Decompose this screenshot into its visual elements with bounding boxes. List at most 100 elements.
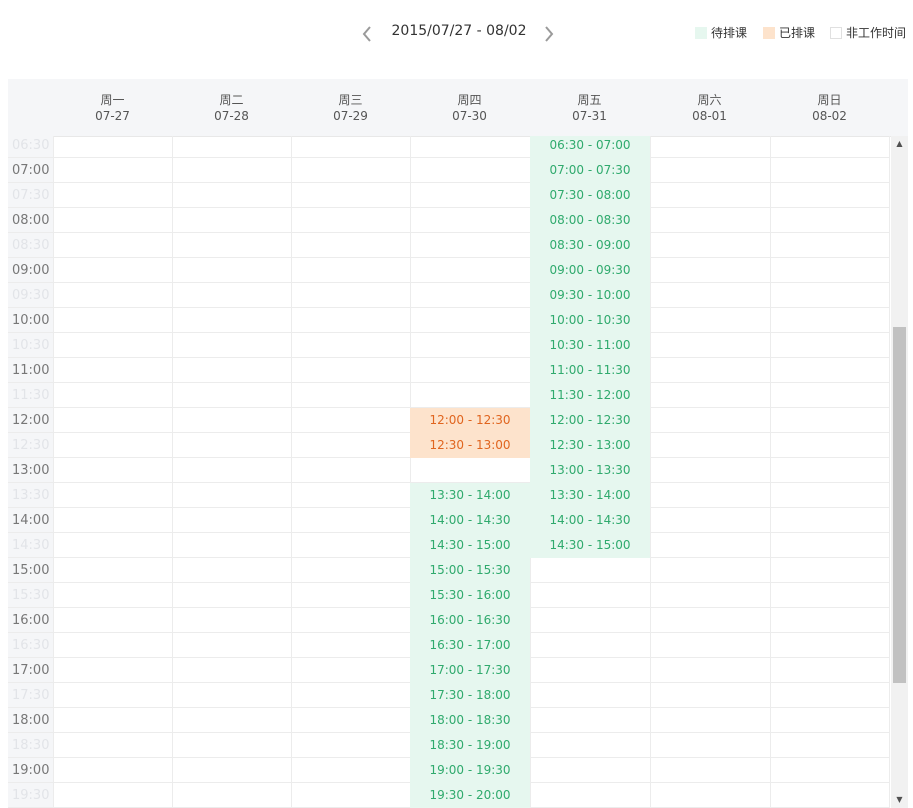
scroll-thumb[interactable] — [893, 327, 906, 683]
time-label: 08:30 — [12, 238, 50, 253]
row-divider — [8, 357, 890, 358]
day-weekday: 周四 — [457, 93, 482, 107]
pending-slot[interactable]: 13:00 - 13:30 — [530, 458, 650, 483]
pending-slot[interactable]: 10:30 - 11:00 — [530, 333, 650, 358]
pending-slot[interactable]: 07:00 - 07:30 — [530, 158, 650, 183]
pending-slot[interactable]: 17:00 - 17:30 — [410, 658, 530, 683]
time-label: 13:30 — [12, 488, 50, 503]
time-label: 10:30 — [12, 338, 50, 353]
day-header-sun: 周日 08-02 — [770, 79, 889, 136]
day-header-fri: 周五 07-31 — [530, 79, 649, 136]
date-range-label: 2015/07/27 - 08/02 — [391, 23, 527, 39]
time-label: 11:30 — [12, 388, 50, 403]
day-date: 08-01 — [692, 109, 727, 123]
day-header-tue: 周二 07-28 — [172, 79, 291, 136]
pending-slot[interactable]: 15:00 - 15:30 — [410, 558, 530, 583]
day-weekday: 周五 — [577, 93, 602, 107]
time-label: 11:00 — [12, 363, 50, 378]
time-label: 13:00 — [12, 463, 50, 478]
row-divider — [8, 282, 890, 283]
chevron-left-icon — [362, 26, 371, 42]
vertical-scrollbar[interactable]: ▲ ▼ — [891, 136, 908, 808]
time-label: 07:30 — [12, 188, 50, 203]
legend-off-swatch — [830, 27, 842, 39]
row-divider — [8, 232, 890, 233]
pending-slot[interactable]: 13:30 - 14:00 — [410, 483, 530, 508]
day-weekday: 周日 — [817, 93, 842, 107]
pending-slot[interactable]: 12:30 - 13:00 — [530, 433, 650, 458]
day-date: 07-28 — [214, 109, 249, 123]
day-weekday: 周二 — [219, 93, 244, 107]
legend-pending-label: 待排课 — [711, 26, 748, 40]
toolbar: 2015/07/27 - 08/02 待排课 已排课 非工作时间 — [0, 0, 913, 66]
time-label: 09:30 — [12, 288, 50, 303]
scroll-down-arrow-icon[interactable]: ▼ — [891, 792, 908, 808]
legend-pending-swatch — [695, 27, 707, 39]
scheduled-slot[interactable]: 12:30 - 13:00 — [410, 433, 530, 458]
pending-slot[interactable]: 18:00 - 18:30 — [410, 708, 530, 733]
time-label: 17:30 — [12, 688, 50, 703]
time-label: 14:30 — [12, 538, 50, 553]
pending-slot[interactable]: 08:30 - 09:00 — [530, 233, 650, 258]
scroll-up-arrow-icon[interactable]: ▲ — [891, 136, 908, 152]
time-label: 12:00 — [12, 413, 50, 428]
time-label: 16:00 — [12, 613, 50, 628]
row-divider — [8, 182, 890, 183]
pending-slot[interactable]: 19:30 - 20:00 — [410, 783, 530, 808]
day-header-wed: 周三 07-29 — [291, 79, 410, 136]
day-weekday: 周三 — [338, 93, 363, 107]
scheduled-slot[interactable]: 12:00 - 12:30 — [410, 408, 530, 433]
day-header-sat: 周六 08-01 — [650, 79, 769, 136]
time-label: 18:00 — [12, 713, 50, 728]
day-weekday: 周六 — [697, 93, 722, 107]
pending-slot[interactable]: 09:30 - 10:00 — [530, 283, 650, 308]
pending-slot[interactable]: 07:30 - 08:00 — [530, 183, 650, 208]
day-date: 07-27 — [95, 109, 130, 123]
pending-slot[interactable]: 14:00 - 14:30 — [410, 508, 530, 533]
time-label: 07:00 — [12, 163, 50, 178]
pending-slot[interactable]: 15:30 - 16:00 — [410, 583, 530, 608]
schedule-grid: 06:30 07:00 07:30 08:00 08:30 09:00 09:30 10:00… — [8, 136, 890, 808]
pending-slot[interactable]: 17:30 - 18:00 — [410, 683, 530, 708]
time-label: 14:00 — [12, 513, 50, 528]
pending-slot[interactable]: 14:30 - 15:00 — [410, 533, 530, 558]
pending-slot[interactable]: 13:30 - 14:00 — [530, 483, 650, 508]
legend-pending: 待排课 — [695, 25, 747, 41]
pending-slot[interactable]: 14:00 - 14:30 — [530, 508, 650, 533]
pending-slot[interactable]: 11:30 - 12:00 — [530, 383, 650, 408]
day-header-mon: 周一 07-27 — [53, 79, 172, 136]
legend-scheduled: 已排课 — [763, 25, 815, 41]
legend-off-hours: 非工作时间 — [830, 25, 906, 41]
day-date: 07-30 — [452, 109, 487, 123]
day-date: 07-31 — [572, 109, 607, 123]
pending-slot[interactable]: 16:00 - 16:30 — [410, 608, 530, 633]
pending-slot[interactable]: 10:00 - 10:30 — [530, 308, 650, 333]
time-label: 10:00 — [12, 313, 50, 328]
pending-slot[interactable]: 06:30 - 07:00 — [530, 136, 650, 158]
day-header-thu: 周四 07-30 — [410, 79, 529, 136]
pending-slot[interactable]: 19:00 - 19:30 — [410, 758, 530, 783]
day-date: 08-02 — [812, 109, 847, 123]
time-label: 12:30 — [12, 438, 50, 453]
row-divider — [8, 257, 890, 258]
legend-scheduled-label: 已排课 — [779, 26, 816, 40]
row-divider — [8, 307, 890, 308]
pending-slot[interactable]: 18:30 - 19:00 — [410, 733, 530, 758]
legend-scheduled-swatch — [763, 27, 775, 39]
pending-slot[interactable]: 08:00 - 08:30 — [530, 208, 650, 233]
pending-slot[interactable]: 14:30 - 15:00 — [530, 533, 650, 558]
time-label: 15:30 — [12, 588, 50, 603]
time-label: 09:00 — [12, 263, 50, 278]
pending-slot[interactable]: 12:00 - 12:30 — [530, 408, 650, 433]
prev-week-button[interactable] — [358, 22, 378, 46]
time-label: 16:30 — [12, 638, 50, 653]
time-label: 19:30 — [12, 788, 50, 803]
legend-off-label: 非工作时间 — [846, 26, 907, 40]
row-divider — [8, 157, 890, 158]
pending-slot[interactable]: 16:30 - 17:00 — [410, 633, 530, 658]
pending-slot[interactable]: 09:00 - 09:30 — [530, 258, 650, 283]
next-week-button[interactable] — [540, 22, 560, 46]
row-divider — [8, 332, 890, 333]
pending-slot[interactable]: 11:00 - 11:30 — [530, 358, 650, 383]
row-divider — [8, 382, 890, 383]
